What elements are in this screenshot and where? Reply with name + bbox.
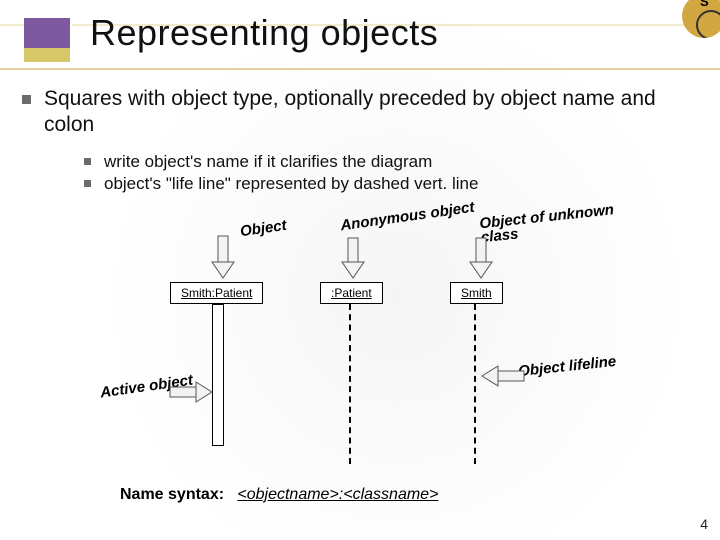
bullet-main: Squares with object type, optionally pre… <box>22 86 702 196</box>
object-box-named: Smith:Patient <box>170 282 263 304</box>
lifeline <box>474 304 476 464</box>
label-anonymous-object: Anonymous object <box>340 201 476 234</box>
bullet-main-text: Squares with object type, optionally pre… <box>44 87 656 136</box>
arrow-left-icon <box>480 362 526 390</box>
corner-badge: S <box>682 0 720 38</box>
corner-badge-letter: S <box>700 0 709 9</box>
activation-bar <box>212 304 224 446</box>
sub-bullet: object's "life line" represented by dash… <box>84 173 702 196</box>
label-object-lifeline: Object lifeline <box>517 353 617 380</box>
arrow-right-icon <box>168 378 214 406</box>
name-syntax-value: <objectname>:<classname> <box>237 486 438 503</box>
lifeline <box>349 304 351 464</box>
name-syntax: Name syntax: <objectname>:<classname> <box>120 486 438 504</box>
object-box-anonymous: :Patient <box>320 282 383 304</box>
object-box-unknown: Smith <box>450 282 503 304</box>
uml-diagram: Object Anonymous object Object of unknow… <box>120 230 620 500</box>
label-object: Object <box>239 217 288 240</box>
arrow-down-icon <box>338 236 368 280</box>
name-syntax-label: Name syntax: <box>120 486 224 503</box>
arrow-down-icon <box>466 236 496 280</box>
title-accent <box>24 18 72 66</box>
sub-bullet: write object's name if it clarifies the … <box>84 151 702 174</box>
page-number: 4 <box>700 516 708 532</box>
slide-title: Representing objects <box>90 12 438 54</box>
decor-rule-under-title <box>0 68 720 70</box>
arrow-down-icon <box>208 234 238 280</box>
label-unknown-class: Object of unknown class <box>479 203 621 246</box>
